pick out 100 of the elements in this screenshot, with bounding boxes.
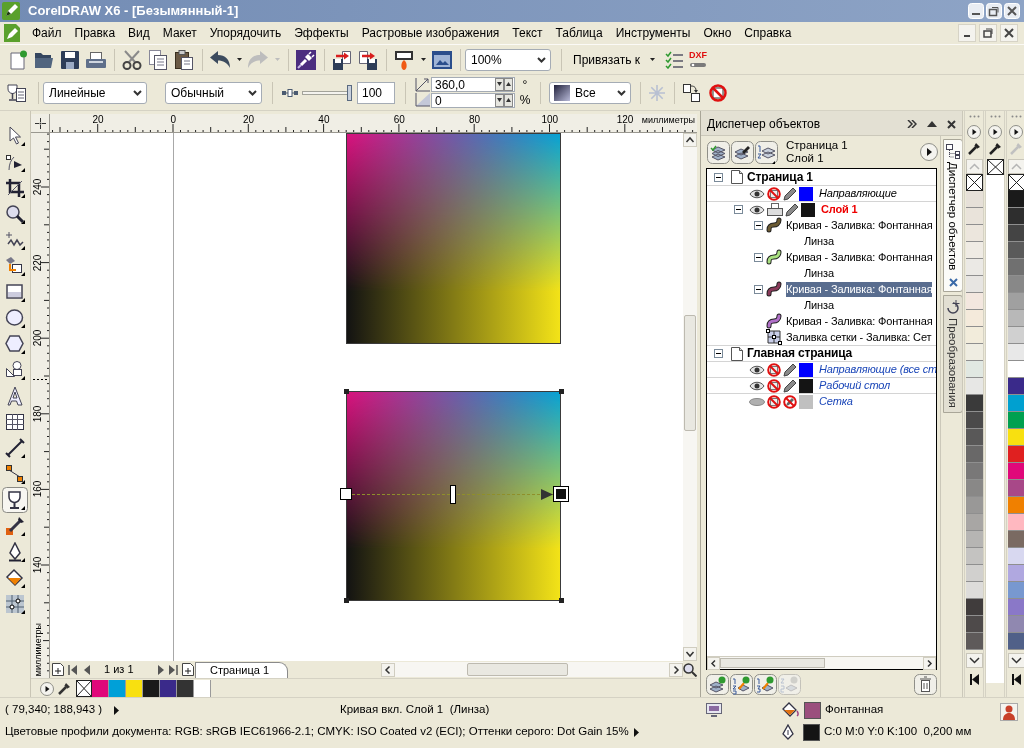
- collapse-toggle-icon[interactable]: [754, 284, 763, 294]
- crop-icon[interactable]: [5, 178, 25, 198]
- eyedropper-icon[interactable]: [967, 142, 981, 155]
- undo-arrow-icon[interactable]: [210, 51, 230, 68]
- eyedropper-icon[interactable]: [58, 682, 71, 695]
- color-swatch[interactable]: [1007, 293, 1024, 310]
- zoom-icon[interactable]: [683, 662, 697, 677]
- color-swatch[interactable]: [1007, 259, 1024, 276]
- menu-item[interactable]: Макет: [156, 24, 203, 42]
- color-swatch[interactable]: [965, 310, 983, 327]
- fill-end-handle[interactable]: [553, 486, 569, 502]
- selection-handle[interactable]: [559, 389, 564, 394]
- color-swatch[interactable]: [1007, 395, 1024, 412]
- minimize-button[interactable]: [958, 24, 976, 42]
- freehand-line-icon[interactable]: [5, 230, 25, 250]
- target-dropdown[interactable]: Все: [549, 81, 631, 104]
- last-page-icon[interactable]: [169, 664, 178, 675]
- menu-item[interactable]: Растровые изображения: [355, 24, 506, 42]
- double-chevron-icon[interactable]: [907, 120, 917, 128]
- eyedropper-icon[interactable]: [988, 142, 1002, 155]
- docker-tab[interactable]: Диспетчер объектов: [943, 139, 963, 293]
- layer-pencil-icon[interactable]: [731, 140, 754, 164]
- menu-item[interactable]: Эффекты: [288, 24, 355, 42]
- color-swatch[interactable]: [965, 565, 983, 582]
- letter-a-icon[interactable]: [5, 386, 25, 406]
- color-swatch-icon[interactable]: [799, 362, 813, 377]
- fill-midpoint-slider[interactable]: [449, 485, 456, 504]
- collapse-up-icon[interactable]: [927, 121, 937, 127]
- tree-item[interactable]: Слой 1: [821, 202, 858, 217]
- selection-handle[interactable]: [344, 598, 349, 603]
- shapes-icon[interactable]: [5, 360, 25, 380]
- chevron-down-icon[interactable]: [537, 56, 546, 63]
- color-swatch[interactable]: [143, 680, 160, 697]
- color-swatch[interactable]: [1007, 412, 1024, 429]
- color-swatch[interactable]: [1007, 191, 1024, 208]
- tree-item[interactable]: Линза: [804, 233, 834, 249]
- crosshair-icon[interactable]: [34, 117, 46, 129]
- color-swatch[interactable]: [965, 208, 983, 225]
- tree-item[interactable]: Линза: [804, 297, 834, 313]
- color-swatch[interactable]: [965, 293, 983, 310]
- merge-mode-dropdown[interactable]: Обычный: [165, 81, 262, 104]
- fill-bucket-icon[interactable]: [782, 702, 799, 718]
- angle-field[interactable]: 360,0: [431, 77, 515, 92]
- color-swatch[interactable]: [1007, 616, 1024, 633]
- color-swatch[interactable]: [177, 680, 194, 697]
- dimension-line-icon[interactable]: [5, 438, 25, 458]
- menu-item[interactable]: Текст: [506, 24, 549, 42]
- no-color-swatch[interactable]: [76, 680, 92, 697]
- tree-item[interactable]: Кривая - Заливка: Фонтанная: [786, 281, 933, 297]
- color-swatch[interactable]: [965, 582, 983, 599]
- no-print-icon[interactable]: [767, 362, 781, 377]
- new-document-icon[interactable]: [8, 49, 28, 70]
- scroll-down-icon[interactable]: [1007, 653, 1024, 668]
- tree-item[interactable]: Страница 1: [747, 169, 813, 185]
- squares-arrow-icon[interactable]: [683, 83, 700, 102]
- color-swatch[interactable]: [965, 378, 983, 395]
- eye-closed-icon[interactable]: [749, 396, 765, 407]
- connector-line-icon[interactable]: [5, 464, 25, 484]
- no-color-swatch[interactable]: [986, 159, 1004, 175]
- scroll-right-icon[interactable]: [669, 662, 683, 677]
- play-circle-icon[interactable]: [920, 143, 938, 161]
- chevron-down-icon[interactable]: [133, 89, 142, 96]
- collapse-toggle-icon[interactable]: [734, 205, 743, 214]
- scissors-icon[interactable]: [122, 49, 142, 70]
- rectangle-icon[interactable]: [5, 282, 25, 302]
- save-icon[interactable]: [61, 50, 79, 69]
- color-swatch[interactable]: [965, 327, 983, 344]
- objects-tree-icon[interactable]: [945, 143, 961, 159]
- color-swatch-icon[interactable]: [799, 378, 813, 393]
- color-swatch[interactable]: [1007, 565, 1024, 582]
- eye-icon[interactable]: [749, 188, 765, 199]
- color-swatch[interactable]: [1007, 633, 1024, 650]
- close-button[interactable]: [1000, 24, 1018, 42]
- color-swatch[interactable]: [965, 242, 983, 259]
- edge-pad-field[interactable]: 0: [431, 93, 515, 108]
- menu-item[interactable]: Правка: [68, 24, 122, 42]
- play-circle-icon[interactable]: [1009, 125, 1023, 139]
- docker-tab[interactable]: Преобразования: [943, 295, 963, 414]
- no-color-swatch[interactable]: [965, 174, 983, 191]
- dxf-button[interactable]: DXF: [689, 47, 707, 72]
- color-swatch[interactable]: [965, 344, 983, 361]
- color-swatch-icon[interactable]: [799, 394, 813, 409]
- chevron-down-icon[interactable]: [248, 89, 257, 96]
- hexagon-icon[interactable]: [5, 334, 25, 354]
- add-page-icon[interactable]: [182, 663, 194, 676]
- chevron-down-icon[interactable]: [617, 89, 626, 96]
- tree-item[interactable]: Заливка сетки - Заливка: Сет: [786, 329, 932, 345]
- pen-logo-icon[interactable]: [4, 24, 20, 42]
- color-swatch[interactable]: [1007, 497, 1024, 514]
- monitor-icon[interactable]: [706, 703, 722, 717]
- caret-icon[interactable]: [420, 58, 426, 61]
- mesh-grid-icon[interactable]: [5, 594, 25, 614]
- restore-button[interactable]: [979, 24, 997, 42]
- previous-page-icon[interactable]: [84, 664, 90, 675]
- tree-item[interactable]: Линза: [804, 265, 834, 281]
- color-swatch[interactable]: [965, 633, 983, 650]
- bucket-square-icon[interactable]: [5, 256, 25, 276]
- checklist-icon[interactable]: [665, 50, 683, 69]
- node-curve-icon[interactable]: [5, 152, 25, 172]
- selection-handle[interactable]: [559, 598, 564, 603]
